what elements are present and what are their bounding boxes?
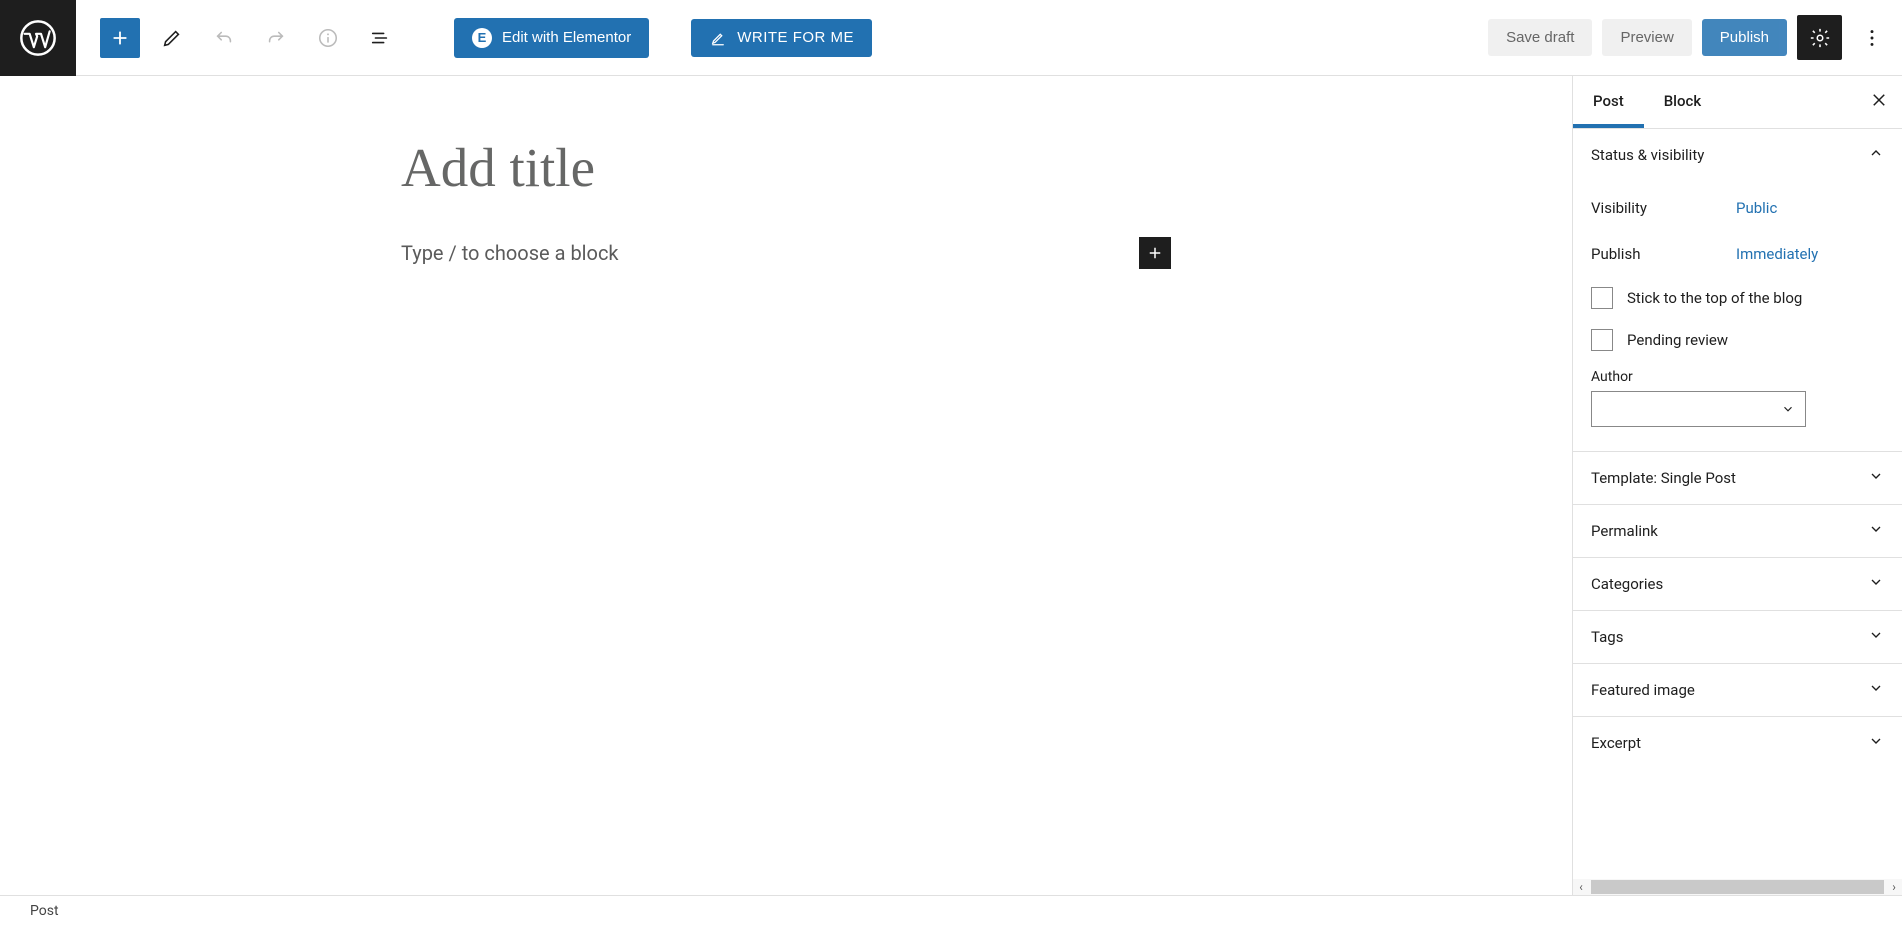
details-button[interactable] [308,18,348,58]
sidebar-panels: Status & visibility Visibility Public Pu… [1573,129,1902,879]
undo-button[interactable] [204,18,244,58]
breadcrumb-post[interactable]: Post [30,903,59,919]
pending-review-checkbox[interactable] [1591,329,1613,351]
tools-button[interactable] [152,18,192,58]
panel-status-visibility[interactable]: Status & visibility [1573,129,1902,181]
chevron-down-icon [1781,402,1795,416]
outline-button[interactable] [360,18,400,58]
settings-sidebar: Post Block Status & visibility Visibilit… [1572,76,1902,895]
publish-label: Publish [1720,29,1769,46]
info-icon [317,27,339,49]
toolbar-right: Save draft Preview Publish [1488,15,1892,60]
redo-button[interactable] [256,18,296,58]
main-area: Type / to choose a block Post Block Stat… [0,76,1902,895]
block-placeholder-text[interactable]: Type / to choose a block [401,241,1139,265]
save-draft-label: Save draft [1506,29,1574,46]
top-toolbar: E Edit with Elementor WRITE FOR ME Save … [0,0,1902,76]
tab-block[interactable]: Block [1644,76,1721,128]
visibility-value[interactable]: Public [1736,199,1777,217]
author-select[interactable] [1591,391,1806,427]
list-icon [369,27,391,49]
add-block-button[interactable] [100,18,140,58]
save-draft-button[interactable]: Save draft [1488,19,1592,56]
add-block-inline-button[interactable] [1139,237,1171,269]
footer-breadcrumb: Post [0,895,1902,925]
panel-categories-title: Categories [1591,575,1663,593]
panel-featured-title: Featured image [1591,681,1695,699]
kebab-icon [1861,27,1883,49]
chevron-down-icon [1868,468,1884,488]
panel-permalink-title: Permalink [1591,522,1658,540]
wordpress-icon [18,18,58,58]
panel-status-body: Visibility Public Publish Immediately St… [1573,181,1902,451]
panel-excerpt-title: Excerpt [1591,734,1641,752]
undo-icon [213,27,235,49]
panel-tags-title: Tags [1591,628,1623,646]
publish-row: Publish Immediately [1591,231,1884,277]
pencil-icon [161,27,183,49]
close-sidebar-button[interactable] [1856,81,1902,124]
sidebar-tabs: Post Block [1573,76,1902,129]
panel-excerpt[interactable]: Excerpt [1573,716,1902,769]
wordpress-logo[interactable] [0,0,76,76]
settings-button[interactable] [1797,15,1842,60]
default-block-row: Type / to choose a block [401,237,1171,269]
plus-icon [109,27,131,49]
visibility-label: Visibility [1591,199,1736,217]
panel-status-title: Status & visibility [1591,146,1704,164]
publish-label: Publish [1591,245,1736,263]
preview-label: Preview [1620,29,1673,46]
scroll-thumb[interactable] [1591,880,1884,894]
redo-icon [265,27,287,49]
post-title-input[interactable] [401,116,1171,217]
plus-icon [1146,244,1164,262]
scroll-right-arrow[interactable]: › [1886,880,1902,894]
author-label: Author [1591,361,1884,391]
gear-icon [1809,27,1831,49]
stick-top-row: Stick to the top of the blog [1591,277,1884,319]
panel-template[interactable]: Template: Single Post [1573,451,1902,504]
visibility-row: Visibility Public [1591,185,1884,231]
chevron-down-icon [1868,574,1884,594]
panel-featured-image[interactable]: Featured image [1573,663,1902,716]
panel-permalink[interactable]: Permalink [1573,504,1902,557]
pending-review-row: Pending review [1591,319,1884,361]
pencil-underline-icon [709,29,727,47]
panel-categories[interactable]: Categories [1573,557,1902,610]
edit-elementor-button[interactable]: E Edit with Elementor [454,18,649,58]
scroll-left-arrow[interactable]: ‹ [1573,880,1589,894]
chevron-up-icon [1868,145,1884,165]
chevron-down-icon [1868,680,1884,700]
sidebar-horizontal-scrollbar[interactable]: ‹ › [1573,879,1902,895]
toolbar-left: E Edit with Elementor WRITE FOR ME [76,18,872,58]
stick-top-label: Stick to the top of the blog [1627,289,1802,307]
preview-button[interactable]: Preview [1602,19,1691,56]
tab-post[interactable]: Post [1573,76,1644,128]
chevron-down-icon [1868,521,1884,541]
pending-review-label: Pending review [1627,331,1728,349]
stick-top-checkbox[interactable] [1591,287,1613,309]
elementor-label: Edit with Elementor [502,29,631,46]
write-for-me-button[interactable]: WRITE FOR ME [691,19,872,57]
chevron-down-icon [1868,733,1884,753]
write-label: WRITE FOR ME [737,29,854,46]
panel-tags[interactable]: Tags [1573,610,1902,663]
chevron-down-icon [1868,627,1884,647]
close-icon [1870,91,1888,109]
publish-value[interactable]: Immediately [1736,245,1818,263]
more-options-button[interactable] [1852,18,1892,58]
editor-canvas: Type / to choose a block [0,76,1572,895]
panel-template-title: Template: Single Post [1591,469,1736,487]
elementor-icon: E [472,28,492,48]
publish-button[interactable]: Publish [1702,19,1787,56]
